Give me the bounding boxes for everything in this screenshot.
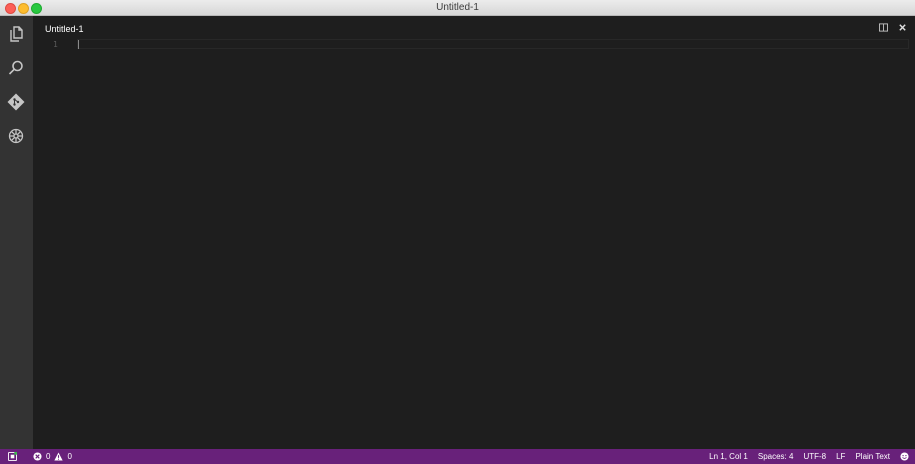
cursor-position[interactable]: Ln 1, Col 1: [709, 452, 748, 461]
tab-bar: Untitled-1: [33, 16, 915, 40]
smiley-icon[interactable]: [900, 452, 909, 461]
current-line-highlight: [77, 39, 909, 49]
error-count[interactable]: 0: [46, 452, 50, 461]
feedback-icon[interactable]: [8, 452, 17, 461]
tab-untitled-1[interactable]: Untitled-1: [45, 24, 84, 34]
window-title: Untitled-1: [436, 2, 479, 13]
explorer-button[interactable]: [5, 25, 27, 47]
text-cursor: [78, 40, 79, 49]
editor[interactable]: 1: [33, 39, 915, 449]
language-mode[interactable]: Plain Text: [855, 452, 890, 461]
files-icon: [7, 25, 25, 48]
warning-icon[interactable]: [54, 452, 64, 461]
debug-button[interactable]: [5, 127, 27, 149]
status-bar: 0 0 Ln 1, Col 1 Spaces: 4 UTF-8 LF Plain…: [0, 449, 915, 464]
source-control-button[interactable]: [5, 93, 27, 115]
title-bar: Untitled-1: [0, 0, 915, 16]
debug-icon: [7, 127, 25, 150]
activity-bar: [0, 16, 33, 449]
split-editor-icon[interactable]: [879, 23, 888, 32]
encoding[interactable]: UTF-8: [803, 452, 826, 461]
error-icon[interactable]: [33, 452, 42, 461]
git-icon: [7, 93, 25, 116]
indentation[interactable]: Spaces: 4: [758, 452, 794, 461]
end-of-line[interactable]: LF: [836, 452, 845, 461]
search-icon: [7, 59, 25, 82]
warning-count[interactable]: 0: [67, 452, 71, 461]
search-button[interactable]: [5, 59, 27, 81]
line-number: 1: [53, 40, 58, 49]
close-editor-icon[interactable]: [898, 23, 907, 32]
